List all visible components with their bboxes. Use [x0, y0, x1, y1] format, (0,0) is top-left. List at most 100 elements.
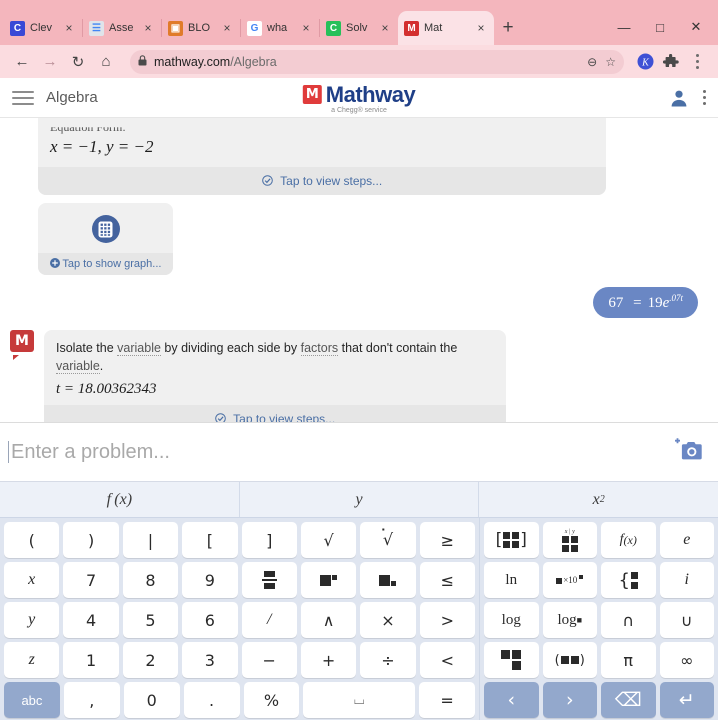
close-window-button[interactable]: ✕	[678, 13, 714, 41]
key-power[interactable]	[300, 562, 357, 598]
key-5[interactable]: 5	[122, 602, 179, 638]
key-plus[interactable]: +	[300, 642, 357, 678]
key-log-base[interactable]: log ■	[542, 602, 597, 638]
tab-y[interactable]: y	[240, 482, 480, 517]
key-intersection[interactable]: ∩	[601, 602, 656, 638]
key-z[interactable]: z	[4, 642, 60, 678]
zoom-indicator-icon[interactable]: ⊖	[587, 55, 597, 69]
key-open-bracket[interactable]: [	[182, 522, 238, 558]
problem-input-row[interactable]: Enter a problem...	[0, 422, 718, 482]
key-cursor-left[interactable]: ‹	[484, 682, 539, 718]
key-divide[interactable]: ÷	[360, 642, 416, 678]
key-open-paren[interactable]: (	[4, 522, 60, 558]
key-ln[interactable]: ln	[484, 562, 539, 598]
browser-tab[interactable]: ☰ Asse ×	[83, 11, 161, 45]
forward-icon[interactable]: →	[36, 48, 64, 76]
camera-plus-icon[interactable]	[674, 437, 704, 467]
key-function[interactable]: f (x)	[601, 522, 656, 558]
address-bar[interactable]: mathway.com/Algebra ⊖ ☆	[130, 49, 624, 74]
user-message-bubble[interactable]: 67 = 19e.07t	[593, 287, 698, 318]
key-caret[interactable]: ∧	[300, 602, 357, 638]
tab-close-icon[interactable]: ×	[474, 22, 488, 34]
key-2[interactable]: 2	[122, 642, 179, 678]
key-square-root[interactable]: √	[300, 522, 357, 558]
key-less-equal[interactable]: ≤	[419, 562, 475, 598]
key-interval[interactable]: ()	[542, 642, 597, 678]
view-steps-button-previous[interactable]: Tap to view steps...	[38, 167, 606, 195]
tab-close-icon[interactable]: ×	[378, 22, 392, 34]
key-log[interactable]: log	[484, 602, 539, 638]
tab-close-icon[interactable]: ×	[220, 22, 234, 34]
key-close-bracket[interactable]: ]	[241, 522, 297, 558]
hamburger-menu-icon[interactable]	[12, 90, 34, 105]
problem-input[interactable]: Enter a problem...	[11, 441, 674, 464]
key-multiply[interactable]: ×	[360, 602, 416, 638]
key-matrix[interactable]: []	[484, 522, 539, 558]
account-icon[interactable]	[669, 88, 689, 108]
chat-scroll-area[interactable]: Equation Form: x = −1, y = −2 Tap to vie…	[0, 118, 718, 422]
browser-tab[interactable]: Gwha ×	[241, 11, 319, 45]
home-icon[interactable]: ⌂	[92, 48, 120, 76]
key-system-of-equations[interactable]: {	[601, 562, 656, 598]
bookmark-star-icon[interactable]: ☆	[605, 55, 616, 69]
tab-close-icon[interactable]: ×	[141, 22, 155, 34]
view-steps-button[interactable]: Tap to view steps...	[44, 405, 506, 422]
key-cursor-right[interactable]: ›	[542, 682, 597, 718]
maximize-button[interactable]: □	[642, 13, 678, 41]
key-nth-root[interactable]: ▪ √	[360, 522, 416, 558]
key-infinity[interactable]: ∞	[659, 642, 714, 678]
browser-tab[interactable]: C Solv ×	[320, 11, 398, 45]
key-1[interactable]: 1	[63, 642, 119, 678]
minimize-button[interactable]: —	[606, 13, 642, 41]
key-abc[interactable]: abc	[4, 682, 60, 718]
new-tab-button[interactable]: +	[494, 14, 522, 42]
key-6[interactable]: 6	[182, 602, 238, 638]
key-3[interactable]: 3	[182, 642, 238, 678]
key-period[interactable]: .	[183, 682, 240, 718]
browser-tab[interactable]: C Clev ×	[4, 11, 82, 45]
key-pi[interactable]: π	[601, 642, 656, 678]
key-scientific-notation[interactable]: ×10	[542, 562, 597, 598]
back-icon[interactable]: ←	[8, 48, 36, 76]
key-imaginary-unit[interactable]: i	[659, 562, 714, 598]
key-piecewise[interactable]	[484, 642, 539, 678]
app-more-menu-icon[interactable]	[703, 90, 706, 105]
mathway-logo[interactable]: M Mathway a Chegg® service	[302, 82, 416, 114]
key-0[interactable]: 0	[123, 682, 180, 718]
key-7[interactable]: 7	[63, 562, 119, 598]
key-9[interactable]: 9	[182, 562, 238, 598]
browser-tab-active[interactable]: M Mat ×	[398, 11, 494, 45]
key-subscript[interactable]	[360, 562, 416, 598]
chrome-menu-icon[interactable]	[684, 49, 710, 75]
tab-fx[interactable]: f (x)	[0, 482, 240, 517]
key-fraction[interactable]	[241, 562, 297, 598]
key-percent[interactable]: %	[243, 682, 300, 718]
key-comma[interactable]: ,	[63, 682, 120, 718]
key-union[interactable]: ∪	[659, 602, 714, 638]
extensions-puzzle-icon[interactable]	[658, 49, 684, 75]
key-greater-than[interactable]: >	[419, 602, 475, 638]
key-absolute-value[interactable]: |	[122, 522, 179, 558]
key-8[interactable]: 8	[122, 562, 179, 598]
reload-icon[interactable]: ↻	[64, 48, 92, 76]
key-table[interactable]: x | y	[542, 522, 597, 558]
show-graph-button[interactable]: Tap to show graph...	[38, 253, 173, 275]
key-y[interactable]: y	[4, 602, 60, 638]
key-minus[interactable]: −	[241, 642, 297, 678]
glossary-link[interactable]: variable	[56, 359, 100, 375]
glossary-link[interactable]: factors	[300, 341, 339, 356]
key-x[interactable]: x	[4, 562, 60, 598]
key-slash[interactable]: /	[241, 602, 297, 638]
tab-x-squared[interactable]: x2	[479, 482, 718, 517]
tab-close-icon[interactable]: ×	[299, 22, 313, 34]
key-less-than[interactable]: <	[419, 642, 475, 678]
key-e[interactable]: e	[659, 522, 714, 558]
key-equals[interactable]: =	[419, 682, 475, 718]
tab-close-icon[interactable]: ×	[62, 22, 76, 34]
kami-extension-icon[interactable]: K	[632, 49, 658, 75]
key-greater-equal[interactable]: ≥	[419, 522, 475, 558]
key-space[interactable]: ⌴	[303, 682, 416, 718]
graph-grid-icon[interactable]	[91, 215, 120, 243]
key-enter[interactable]: ↵	[659, 682, 714, 718]
key-4[interactable]: 4	[63, 602, 119, 638]
